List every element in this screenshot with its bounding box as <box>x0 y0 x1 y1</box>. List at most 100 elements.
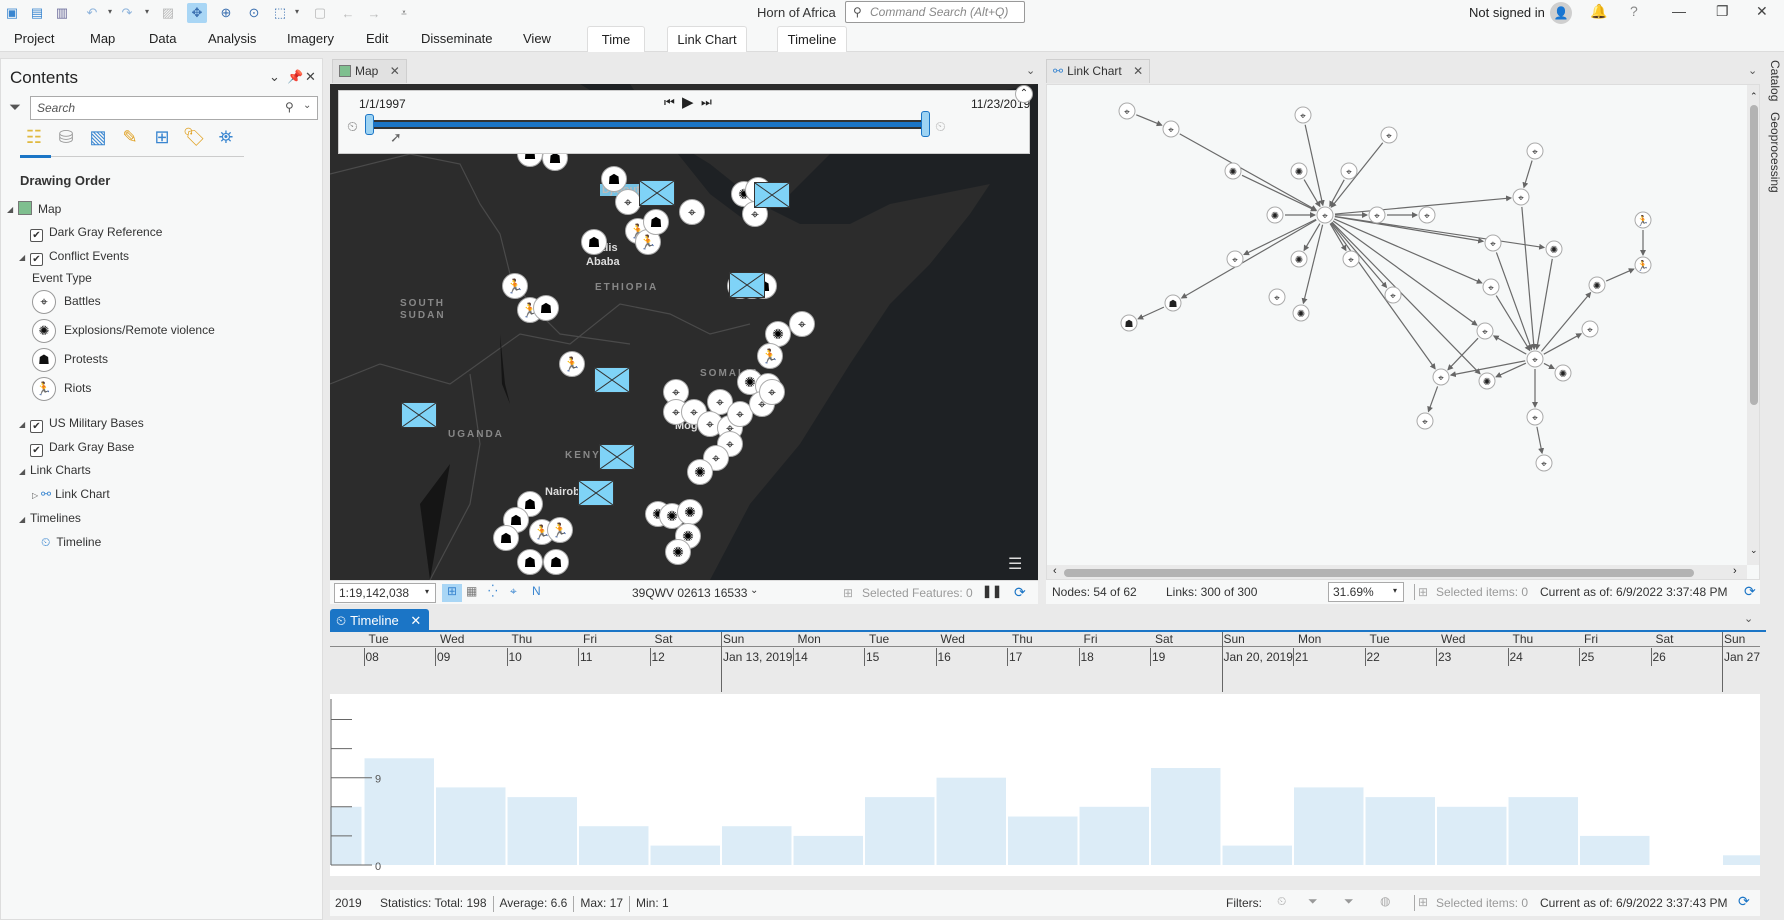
protest-node[interactable]: ☗ <box>1165 295 1181 311</box>
collapse-conflict-events-icon[interactable]: ◢ <box>19 253 25 262</box>
tab-analysis[interactable]: Analysis <box>208 31 256 46</box>
clear-selection-icon[interactable]: ▢ <box>310 3 330 23</box>
explosion-node[interactable]: ✺ <box>1291 163 1307 179</box>
protest-marker[interactable]: ☗ <box>601 166 627 192</box>
military-base-marker[interactable] <box>578 480 614 506</box>
explosion-node[interactable]: ✺ <box>1267 207 1283 223</box>
explosion-marker[interactable]: ✺ <box>665 539 691 565</box>
military-base-marker[interactable] <box>594 367 630 393</box>
link-edge[interactable] <box>1496 252 1531 349</box>
battles-node[interactable]: ⌖ <box>1527 409 1543 425</box>
explosion-marker[interactable]: ✺ <box>677 499 703 525</box>
timeline-bar[interactable] <box>1151 768 1221 865</box>
checkbox-dark-gray-base[interactable]: ✔ <box>30 444 43 457</box>
locate-icon[interactable]: ⊙ <box>244 3 264 23</box>
contents-search-input[interactable]: Search ⚲ ⌄ <box>30 96 318 120</box>
search-options-icon[interactable]: ⌄ <box>303 100 311 111</box>
redo-dropdown-icon[interactable]: ▾ <box>145 7 149 16</box>
checkbox-dark-gray-reference[interactable]: ✔ <box>30 229 43 242</box>
battles-node[interactable]: ⌖ <box>1485 235 1501 251</box>
extent-filter-icon[interactable]: ⏷ <box>1308 894 1318 909</box>
explosion-node[interactable]: ✺ <box>1225 163 1241 179</box>
tab-view[interactable]: View <box>523 31 551 46</box>
scroll-right-icon[interactable]: › <box>1733 565 1737 577</box>
tab-edit[interactable]: Edit <box>366 31 388 46</box>
back-icon[interactable]: ← <box>338 3 358 23</box>
new-project-icon[interactable]: ▣ <box>2 3 22 23</box>
refresh-icon[interactable]: ⟳ <box>1744 583 1756 600</box>
timeline-bar[interactable] <box>1223 846 1293 865</box>
protest-marker[interactable]: ☗ <box>533 295 559 321</box>
link-edge[interactable] <box>1331 223 1435 369</box>
link-edge[interactable] <box>1331 143 1383 207</box>
selection-icon[interactable]: ▧ <box>85 127 111 153</box>
timeline-bar[interactable] <box>651 846 721 865</box>
riot-marker[interactable]: 🏃 <box>559 351 585 377</box>
military-base-marker[interactable] <box>599 444 635 470</box>
time-start-handle[interactable] <box>365 114 374 135</box>
zoom-in-icon[interactable]: ⊕ <box>216 3 236 23</box>
refresh-icon[interactable]: ⟳ <box>1014 584 1026 601</box>
sign-in-status[interactable]: Not signed in <box>1469 5 1545 20</box>
checkbox-us-military-bases[interactable]: ✔ <box>30 420 43 433</box>
next-step-icon[interactable]: ⏭ <box>701 95 712 110</box>
snapping-icon[interactable]: ⁛ <box>488 584 498 598</box>
snapping-icon[interactable]: ⊞ <box>149 127 175 153</box>
link-edge[interactable] <box>1524 161 1532 188</box>
vertical-scroll-thumb[interactable] <box>1750 105 1758 405</box>
link-edge[interactable] <box>1537 259 1553 349</box>
collapse-timelines-icon[interactable]: ◢ <box>19 515 25 524</box>
tree-group-link-charts[interactable]: Link Charts <box>30 463 91 477</box>
drawing-order-icon[interactable]: ☷ <box>21 127 47 153</box>
expand-link-chart-icon[interactable]: ▷ <box>32 491 38 500</box>
selection-filter-icon[interactable]: ⏷ <box>1344 894 1354 909</box>
link-edge[interactable] <box>1303 225 1322 304</box>
link-edge[interactable] <box>1544 334 1581 354</box>
battles-node[interactable]: ⌖ <box>1269 289 1285 305</box>
collapse-link-charts-icon[interactable]: ◢ <box>19 467 25 476</box>
timeline-bar[interactable] <box>1580 836 1650 865</box>
link-edge[interactable] <box>1606 269 1634 281</box>
battles-node[interactable]: ⌖ <box>1477 323 1493 339</box>
link-edge[interactable] <box>1494 336 1527 354</box>
protest-marker[interactable]: ☗ <box>581 229 607 255</box>
user-avatar-icon[interactable]: 👤 <box>1550 2 1572 24</box>
checkbox-conflict-events[interactable]: ✔ <box>30 253 43 266</box>
cursor-position-icon[interactable]: ⌖ <box>510 584 517 599</box>
battles-marker[interactable]: ⌖ <box>679 199 705 225</box>
open-project-icon[interactable]: ▤ <box>27 3 47 23</box>
minimize-icon[interactable]: — <box>1672 3 1686 19</box>
timeline-bar[interactable] <box>722 826 792 865</box>
close-link-chart-tab-icon[interactable]: ✕ <box>1133 64 1143 78</box>
military-base-marker[interactable] <box>639 180 675 206</box>
battles-marker[interactable]: ⌖ <box>615 189 641 215</box>
military-base-marker[interactable] <box>401 402 437 428</box>
tab-timeline[interactable]: Timeline <box>777 26 847 52</box>
map-view[interactable]: Djibouti Addis Ababa ETHIOPIA SOUTH SUDA… <box>330 84 1038 580</box>
battles-node[interactable]: ⌖ <box>1527 143 1543 159</box>
explosion-marker[interactable]: ✺ <box>687 459 713 485</box>
battles-node[interactable]: ⌖ <box>1381 127 1397 143</box>
definition-filter-icon[interactable]: ◍ <box>1380 894 1390 908</box>
notifications-icon[interactable]: 🔔 <box>1590 3 1607 20</box>
collapse-map-icon[interactable]: ◢ <box>7 205 13 214</box>
military-base-marker[interactable] <box>754 182 790 208</box>
explore-icon[interactable]: ✥ <box>187 3 207 23</box>
protest-marker[interactable]: ☗ <box>543 549 569 575</box>
map-tab[interactable]: Map ✕ <box>332 59 407 83</box>
close-timeline-tab-icon[interactable]: ✕ <box>410 613 421 628</box>
time-span-icon[interactable]: ⏲ <box>935 118 946 135</box>
timeline-bar[interactable] <box>508 797 578 865</box>
previous-step-icon[interactable]: ⏮ <box>664 95 675 110</box>
explosion-node[interactable]: ✺ <box>1546 241 1562 257</box>
battles-node[interactable]: ⌖ <box>1341 163 1357 179</box>
pin-icon[interactable]: 📌 <box>287 69 303 85</box>
customize-icon[interactable]: ⩡ <box>394 3 414 23</box>
battles-node[interactable]: ⌖ <box>1419 207 1435 223</box>
battles-node[interactable]: ⌖ <box>1536 455 1552 471</box>
redo-icon[interactable]: ↷ <box>117 3 137 23</box>
horizontal-scroll-thumb[interactable] <box>1064 569 1694 577</box>
tree-item-dark-gray-reference[interactable]: ✔Dark Gray Reference <box>30 225 162 242</box>
horizontal-scrollbar[interactable]: ‹ › <box>1047 565 1747 580</box>
editing-icon[interactable]: ✎ <box>117 127 143 153</box>
